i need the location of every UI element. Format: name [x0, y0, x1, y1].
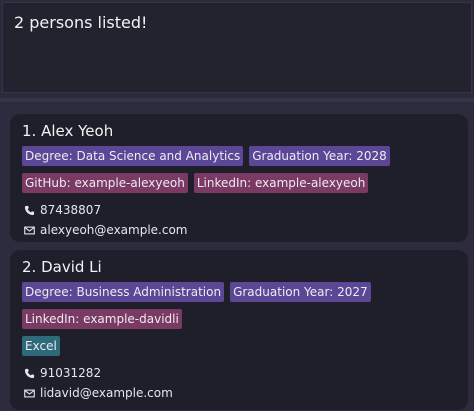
github-tag: GitHub: example-alexyeoh — [22, 173, 188, 193]
skill-tag: Excel — [22, 336, 60, 356]
phone-number: 87438807 — [40, 203, 102, 217]
graduation-tag: Graduation Year: 2028 — [249, 146, 390, 166]
phone-icon — [24, 368, 35, 378]
person-name: 1. Alex Yeoh — [22, 122, 114, 140]
person-name: 2. David Li — [22, 258, 102, 276]
linkedin-tag: LinkedIn: example-alexyeoh — [193, 173, 369, 193]
email-icon — [24, 389, 35, 397]
phone-icon — [24, 205, 35, 215]
person-card[interactable]: 2. David Li Degree: Business Administrat… — [10, 250, 468, 410]
person-card[interactable]: 1. Alex Yeoh Degree: Data Science and An… — [10, 114, 468, 242]
person-list[interactable]: 1. Alex Yeoh Degree: Data Science and An… — [0, 102, 474, 411]
phone-number: 91031282 — [40, 366, 102, 380]
degree-tag: Degree: Data Science and Analytics — [22, 146, 244, 166]
command-result-box: 2 persons listed! — [2, 2, 472, 93]
email-icon — [24, 226, 35, 234]
email-address: alexyeoh@example.com — [40, 223, 188, 237]
degree-tag: Degree: Business Administration — [22, 282, 225, 302]
email-address: lidavid@example.com — [40, 386, 173, 400]
linkedin-tag: LinkedIn: example-davidli — [22, 309, 182, 329]
graduation-tag: Graduation Year: 2027 — [230, 282, 371, 302]
result-message: 2 persons listed! — [14, 13, 148, 32]
